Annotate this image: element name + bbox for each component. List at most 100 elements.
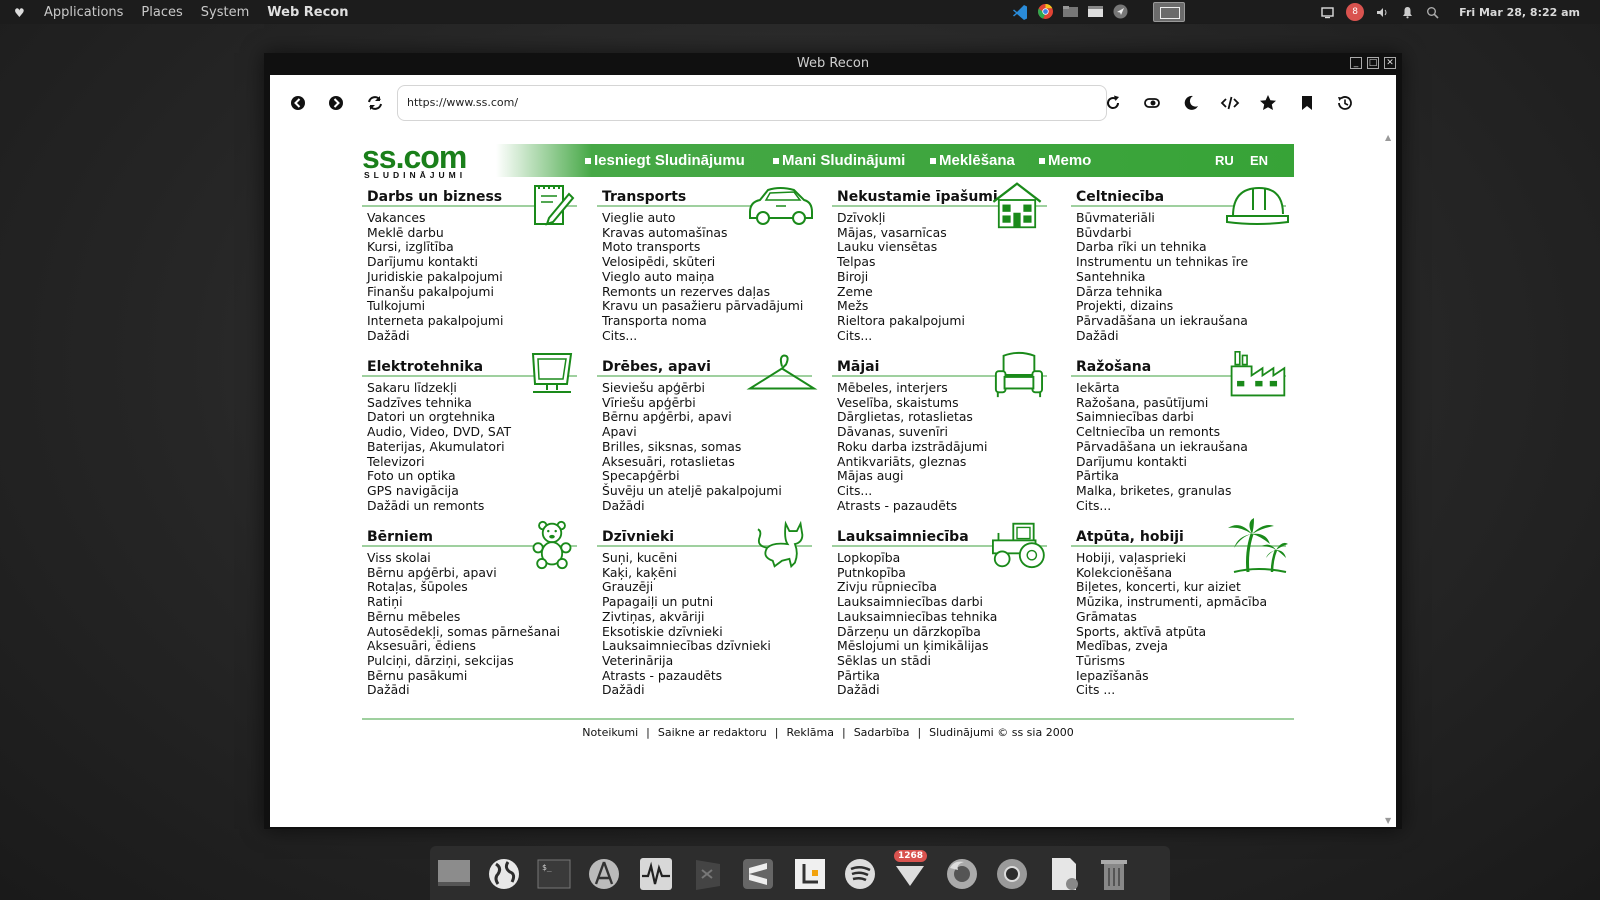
history-icon[interactable] <box>1335 93 1355 113</box>
category-link[interactable]: Rieltora pakalpojumi <box>837 313 1047 329</box>
category-link[interactable]: Aksesuāri, ēdiens <box>367 639 577 654</box>
category-link[interactable]: Aksesuāri, rotaslietas <box>602 454 812 470</box>
star-icon[interactable] <box>1258 93 1278 113</box>
chrome-icon[interactable] <box>1037 3 1054 20</box>
inkscape-icon[interactable] <box>586 856 622 892</box>
category-link[interactable]: Antikvariāts, gleznas <box>837 454 1047 470</box>
firefox-icon[interactable] <box>944 856 980 892</box>
category-link[interactable]: Cits ... <box>1076 683 1286 698</box>
category-link[interactable]: Brilles, siksnas, somas <box>602 439 812 455</box>
category-link[interactable]: Cits... <box>1076 498 1286 514</box>
url-input[interactable]: https://www.ss.com/ <box>397 85 1107 121</box>
category-link[interactable]: Atrasts - pazaudēts <box>602 668 812 684</box>
maximize-icon[interactable]: □ <box>1367 57 1379 69</box>
category-link[interactable]: Mājas augi <box>837 469 1047 484</box>
category-link[interactable]: Dāvanas, suvenīri <box>837 424 1047 440</box>
footer-ads-link[interactable]: Reklāma <box>786 726 834 739</box>
category-link[interactable]: Papagaiļi un putni <box>602 594 812 610</box>
bell-icon[interactable] <box>1401 6 1414 19</box>
code-editor-icon[interactable] <box>690 856 726 892</box>
category-link[interactable]: Dārzeņu un dārzkopība <box>837 624 1047 640</box>
category-link[interactable]: Interneta pakalpojumi <box>367 313 577 329</box>
category-link[interactable]: Grāmatas <box>1076 609 1286 625</box>
lang-ru-link[interactable]: RU <box>1215 153 1234 168</box>
toggle-view-icon[interactable] <box>1142 93 1162 113</box>
category-link[interactable]: Dažādi <box>602 683 812 698</box>
source-code-icon[interactable] <box>1220 93 1240 113</box>
window-titlebar[interactable]: Web Recon _ □ ✕ <box>264 53 1402 75</box>
trash-icon[interactable] <box>1096 856 1132 892</box>
category-link[interactable]: Specapģērbi <box>602 469 812 484</box>
category-link[interactable]: Velosipēdi, skūteri <box>602 254 812 270</box>
category-link[interactable]: Biroji <box>837 269 1047 285</box>
workspace-window-thumbnail[interactable] <box>1153 2 1185 22</box>
category-link[interactable]: Baterijas, Akumulatori <box>367 439 577 455</box>
category-link[interactable]: Pulciņi, dārziņi, sekcijas <box>367 653 577 669</box>
search-icon[interactable] <box>1426 6 1439 19</box>
close-icon[interactable]: ✕ <box>1384 57 1396 69</box>
category-link[interactable]: Foto un optika <box>367 469 577 484</box>
category-link[interactable]: Telpas <box>837 254 1047 270</box>
nav-search[interactable]: Meklēšana <box>930 152 1015 169</box>
category-link[interactable]: Saimniecības darbi <box>1076 410 1286 425</box>
footer-cooperation-link[interactable]: Sadarbība <box>854 726 910 739</box>
category-link[interactable]: Šuvēju un ateljē pakalpojumi <box>602 483 812 499</box>
category-link[interactable]: Atrasts - pazaudēts <box>837 498 1047 514</box>
terminal-icon[interactable]: $_ <box>536 856 572 892</box>
category-link[interactable]: Dažādi un remonts <box>367 498 577 514</box>
category-link[interactable]: Darba rīki un tehnika <box>1076 240 1286 255</box>
notifications-badge[interactable]: 8 <box>1346 3 1365 21</box>
back-icon[interactable] <box>288 93 308 113</box>
window-manager-icon[interactable] <box>1087 3 1104 20</box>
category-link[interactable]: Kravu un pasažieru pārvadājumi <box>602 299 812 314</box>
category-link[interactable]: Audio, Video, DVD, SAT <box>367 424 577 440</box>
category-link[interactable]: Lauku viensētas <box>837 240 1047 255</box>
category-link[interactable]: Bērnu apģērbi, apavi <box>602 410 812 425</box>
category-link[interactable]: Mūzika, instrumenti, apmācība <box>1076 594 1286 610</box>
category-link[interactable]: Tulkojumi <box>367 299 577 314</box>
category-link[interactable]: Darījumu kontakti <box>367 254 577 270</box>
lang-en-link[interactable]: EN <box>1250 153 1268 168</box>
category-link[interactable]: Pārvadāšana un iekraušana <box>1076 313 1286 329</box>
category-link[interactable]: Bērnu pasākumi <box>367 668 577 684</box>
category-link[interactable]: Lauksaimniecības dzīvnieki <box>602 639 812 654</box>
nav-memo[interactable]: Memo <box>1039 152 1091 169</box>
screen-icon[interactable] <box>1321 6 1334 19</box>
category-link[interactable]: Tūrisms <box>1076 653 1286 669</box>
category-link[interactable]: Dažādi <box>367 328 577 344</box>
category-link[interactable]: Santehnika <box>1076 269 1286 285</box>
category-link[interactable]: Vieglo auto maiņa <box>602 269 812 285</box>
category-link[interactable]: Pārtika <box>1076 469 1286 484</box>
category-link[interactable]: Darījumu kontakti <box>1076 454 1286 470</box>
text-editor-icon[interactable] <box>792 856 828 892</box>
category-link[interactable]: Autosēdekļi, somas pārnešanai <box>367 624 577 640</box>
category-link[interactable]: Projekti, dizains <box>1076 299 1286 314</box>
category-link[interactable]: Veterinārija <box>602 653 812 669</box>
category-link[interactable]: Dažādi <box>602 498 812 514</box>
sublime-text-icon[interactable] <box>740 856 776 892</box>
category-link[interactable]: Finanšu pakalpojumi <box>367 284 577 300</box>
category-link[interactable]: Apavi <box>602 424 812 440</box>
category-link[interactable]: Dārglietas, rotaslietas <box>837 410 1047 425</box>
site-logo[interactable]: ss.com SLUDINĀJUMI <box>362 141 502 180</box>
category-link[interactable]: Zivtiņas, akvāriji <box>602 609 812 625</box>
category-link[interactable]: Datori un orgtehnika <box>367 410 577 425</box>
category-link[interactable]: Medības, zveja <box>1076 639 1286 654</box>
applications-menu[interactable]: Applications <box>44 5 123 20</box>
places-menu[interactable]: Places <box>141 5 182 20</box>
category-link[interactable]: Kursi, izglītība <box>367 240 577 255</box>
send-icon[interactable] <box>1112 3 1129 20</box>
category-link[interactable]: Eksotiskie dzīvnieki <box>602 624 812 640</box>
file-manager-icon[interactable] <box>1062 3 1079 20</box>
category-link[interactable]: Bērnu mēbeles <box>367 609 577 625</box>
system-menu[interactable]: System <box>201 5 249 20</box>
category-link[interactable]: Malka, briketes, granulas <box>1076 483 1286 499</box>
category-link[interactable]: Transporta noma <box>602 313 812 329</box>
footer-rules-link[interactable]: Noteikumi <box>582 726 638 739</box>
notes-icon[interactable] <box>1046 856 1082 892</box>
category-link[interactable]: Pārvadāšana un iekraušana <box>1076 439 1286 455</box>
panel-clock[interactable]: Fri Mar 28, 8:22 am <box>1459 6 1580 19</box>
chromium-icon[interactable] <box>994 856 1030 892</box>
scroll-down-icon[interactable]: ▼ <box>1385 816 1391 825</box>
category-link[interactable]: Rotaļas, šūpoles <box>367 580 577 595</box>
